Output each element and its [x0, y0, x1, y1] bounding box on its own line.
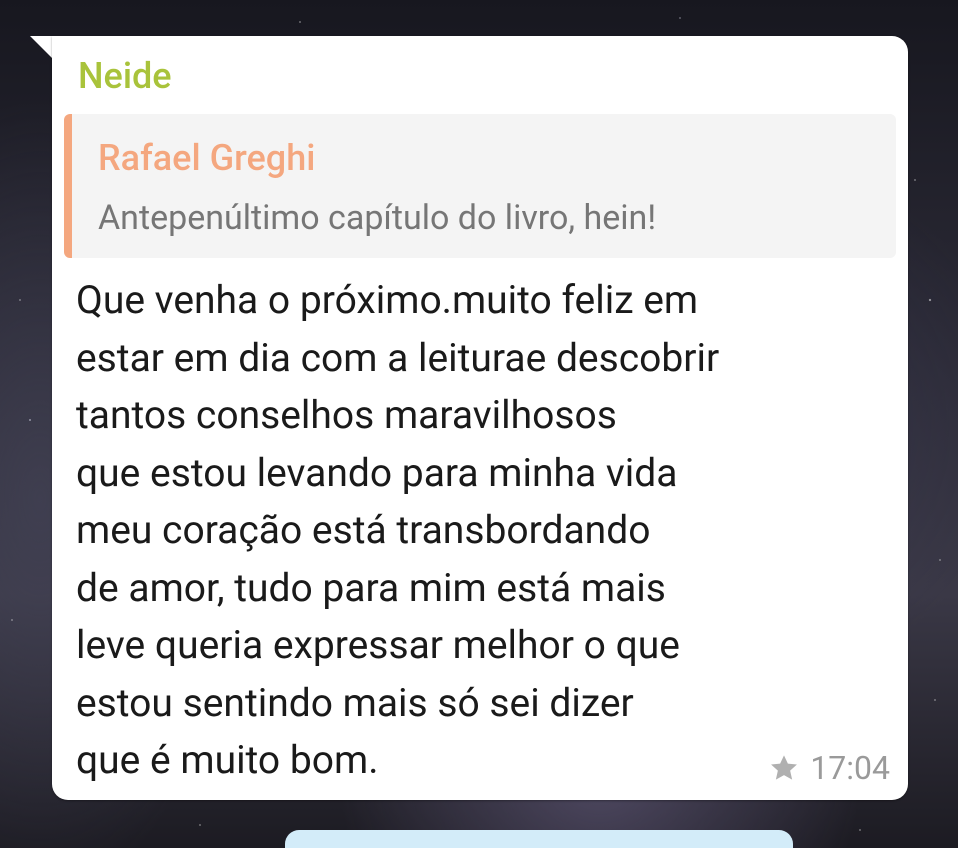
message-time: 17:04: [810, 749, 890, 787]
sender-name[interactable]: Neide: [78, 56, 172, 96]
message-bubble[interactable]: Neide Rafael Greghi Antepenúltimo capítu…: [52, 36, 908, 800]
message-line: tantos conselhos maravilhosos: [76, 392, 617, 438]
reply-author: Rafael Greghi: [98, 137, 316, 179]
message-text: Que venha o próximo.muito feliz em estar…: [76, 272, 876, 790]
reply-quote[interactable]: Rafael Greghi Antepenúltimo capítulo do …: [64, 114, 896, 258]
message-line: que é muito bom.: [76, 737, 379, 783]
message-line: que estou levando para minha vida: [76, 449, 678, 496]
next-message-bubble[interactable]: [285, 830, 793, 848]
bubble-tail: [30, 36, 52, 58]
reply-text: Antepenúltimo capítulo do livro, hein!: [98, 198, 657, 238]
message-line: estou sentindo mais só sei dizer: [76, 679, 634, 726]
message-line: leve queria expressar melhor o que: [76, 622, 680, 668]
message-line: meu coração está transbordando: [76, 507, 651, 553]
message-line: Que venha o próximo.muito feliz em: [76, 277, 699, 323]
message-line: estar em dia com a leiturae descobrir: [76, 334, 720, 381]
message-line: de amor, tudo para mim está mais: [76, 564, 666, 611]
message-meta: 17:04: [768, 750, 890, 786]
star-icon: [768, 752, 800, 784]
